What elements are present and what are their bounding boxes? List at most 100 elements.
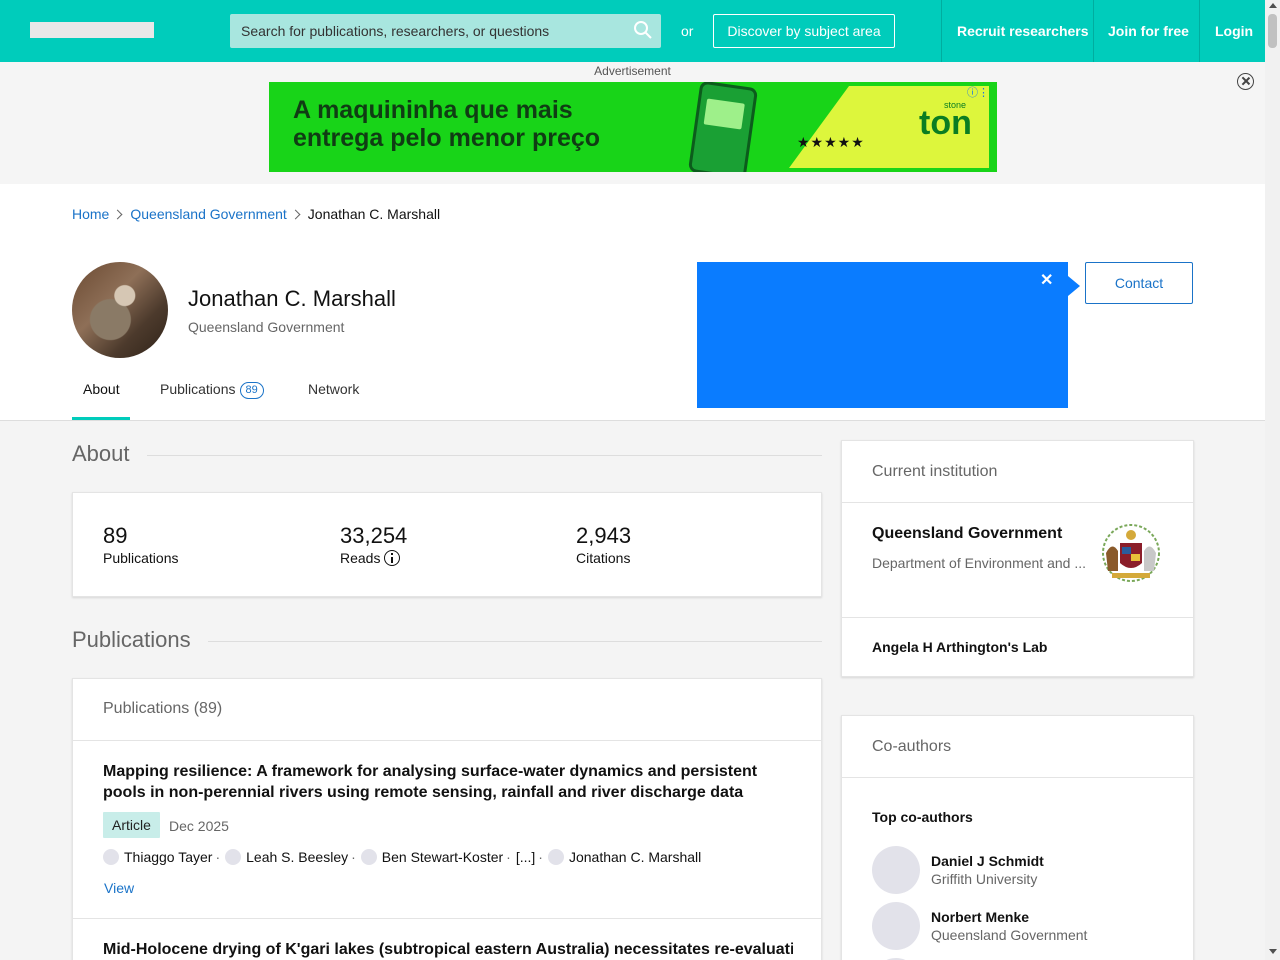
section-divider — [208, 641, 822, 642]
section-divider — [147, 455, 822, 456]
publications-section-title: Publications — [72, 627, 191, 652]
section-divider — [842, 617, 1193, 618]
co-author-avatar[interactable] — [872, 902, 920, 950]
profile-institution[interactable]: Queensland Government — [188, 319, 344, 335]
author-separator: · — [351, 849, 356, 865]
discover-by-subject-button[interactable]: Discover by subject area — [713, 14, 895, 48]
recruit-researchers-link[interactable]: Recruit researchers — [957, 23, 1089, 39]
co-author-name[interactable]: Daniel J Schmidt — [931, 853, 1044, 869]
page-scrollbar[interactable] — [1265, 0, 1280, 960]
scroll-thumb[interactable] — [1268, 14, 1277, 48]
co-author-institution: Griffith University — [931, 871, 1038, 887]
publication-item: Mapping resilience: A framework for anal… — [73, 741, 821, 919]
reads-stat-value: 33,254 — [340, 523, 408, 548]
author-link[interactable]: Jonathan C. Marshall — [569, 849, 701, 865]
ad-headline-line-2: entrega pelo menor preço — [293, 124, 601, 152]
about-section-title: About — [72, 441, 130, 466]
stats-card: 89 Publications 33,254 Reads 2,943 Citat… — [72, 492, 822, 597]
tab-about[interactable]: About — [83, 381, 120, 397]
publications-count-heading: Publications (89) — [103, 700, 223, 717]
author-link[interactable]: Thiaggo Tayer — [124, 849, 212, 865]
tab-publications[interactable]: Publications 89 — [160, 381, 264, 399]
search-placeholder: Search for publications, researchers, or… — [241, 23, 550, 39]
ad-rating-stars: ★★★★★ — [797, 134, 865, 150]
reads-stat-label-text: Reads — [340, 550, 381, 566]
profile-header: Home Queensland Government Jonathan C. M… — [0, 184, 1265, 421]
login-link[interactable]: Login — [1215, 23, 1253, 39]
breadcrumb: Home Queensland Government Jonathan C. M… — [72, 206, 440, 222]
publication-date: Dec 2025 — [169, 818, 229, 834]
ad-brand-logo: ton — [919, 104, 972, 142]
card-machine-image — [687, 82, 759, 172]
or-text: or — [681, 23, 694, 39]
search-icon[interactable] — [633, 20, 653, 40]
author-avatar — [103, 849, 119, 865]
author-separator: · — [506, 849, 511, 865]
publication-item: Mid-Holocene drying of K'gari lakes (sub… — [73, 919, 821, 960]
header-divider — [1199, 0, 1200, 62]
chevron-right-icon — [290, 209, 301, 219]
current-institution-title: Current institution — [872, 463, 998, 480]
ad-headline-line-1: A maquininha que mais — [293, 96, 573, 124]
scroll-down-arrow-icon[interactable] — [1269, 949, 1277, 954]
publications-count-badge: 89 — [239, 382, 264, 399]
citations-stat-value: 2,943 — [576, 523, 632, 548]
profile-name: Jonathan C. Marshall — [188, 286, 396, 311]
institution-crest-icon — [1102, 524, 1160, 582]
info-icon[interactable] — [384, 550, 401, 566]
ad-banner[interactable]: A maquininha que mais entrega pelo menor… — [269, 82, 997, 172]
co-author-avatar[interactable] — [872, 846, 920, 894]
header-divider — [1093, 0, 1094, 62]
close-ad-icon[interactable] — [1237, 73, 1254, 90]
co-authors-header: Co-authors — [842, 716, 1193, 778]
contact-button[interactable]: Contact — [1085, 262, 1193, 304]
profile-avatar[interactable] — [72, 262, 168, 358]
tab-publications-label: Publications — [160, 381, 236, 397]
top-navigation-bar: Search for publications, researchers, or… — [0, 0, 1265, 62]
breadcrumb-current: Jonathan C. Marshall — [307, 206, 441, 222]
close-icon[interactable]: ✕ — [1040, 270, 1053, 290]
header-divider — [941, 0, 942, 62]
breadcrumb-home-link[interactable]: Home — [72, 206, 109, 222]
publication-title[interactable]: Mid-Holocene drying of K'gari lakes (sub… — [103, 939, 793, 960]
lab-link[interactable]: Angela H Arthington's Lab — [872, 639, 1047, 655]
tab-network[interactable]: Network — [308, 381, 359, 397]
blue-overlay-ad[interactable]: ✕ — [697, 262, 1068, 408]
advertisement-area: Advertisement A maquininha que mais entr… — [0, 62, 1265, 184]
author-avatar — [225, 849, 242, 865]
site-logo[interactable] — [30, 22, 154, 38]
view-publication-link[interactable]: View — [104, 880, 134, 896]
author-avatar — [360, 849, 377, 865]
card-machine-screen — [703, 98, 745, 130]
co-authors-title: Co-authors — [872, 738, 952, 755]
join-for-free-link[interactable]: Join for free — [1108, 23, 1189, 39]
co-author-name[interactable]: Norbert Menke — [931, 909, 1029, 925]
advertisement-label: Advertisement — [594, 64, 671, 78]
publications-stat-label: Publications — [103, 550, 179, 566]
ad-headline: A maquininha que mais entrega pelo menor… — [293, 96, 600, 152]
ad-info-icon[interactable]: ⓘ⋮ — [967, 84, 989, 100]
institution-name[interactable]: Queensland Government — [872, 525, 1062, 543]
co-author-institution: Queensland Government — [931, 927, 1088, 943]
publications-stat-value: 89 — [103, 523, 128, 548]
author-avatar — [547, 849, 564, 865]
institution-department: Department of Environment and ... — [872, 555, 1086, 571]
publications-card: Publications (89) Mapping resilience: A … — [72, 678, 822, 960]
chevron-right-icon — [112, 209, 123, 219]
top-co-authors-label: Top co-authors — [872, 809, 973, 825]
more-authors[interactable]: [...] — [516, 849, 535, 865]
citations-stat-label: Citations — [576, 550, 631, 566]
publication-title[interactable]: Mapping resilience: A framework for anal… — [103, 761, 793, 803]
author-link[interactable]: Leah S. Beesley — [246, 849, 348, 865]
scroll-up-arrow-icon[interactable] — [1269, 3, 1277, 8]
current-institution-header: Current institution — [842, 441, 1193, 503]
current-institution-card: Current institution Queensland Governmen… — [841, 440, 1194, 677]
co-authors-card: Co-authors Top co-authors Daniel J Schmi… — [841, 715, 1194, 960]
search-input[interactable]: Search for publications, researchers, or… — [230, 14, 661, 48]
breadcrumb-institution-link[interactable]: Queensland Government — [130, 206, 286, 222]
author-link[interactable]: Ben Stewart-Koster — [382, 849, 503, 865]
reads-stat-label: Reads — [340, 550, 401, 566]
author-separator: · — [538, 849, 543, 865]
tooltip-arrow — [1068, 276, 1080, 296]
publications-card-header: Publications (89) — [73, 679, 821, 741]
